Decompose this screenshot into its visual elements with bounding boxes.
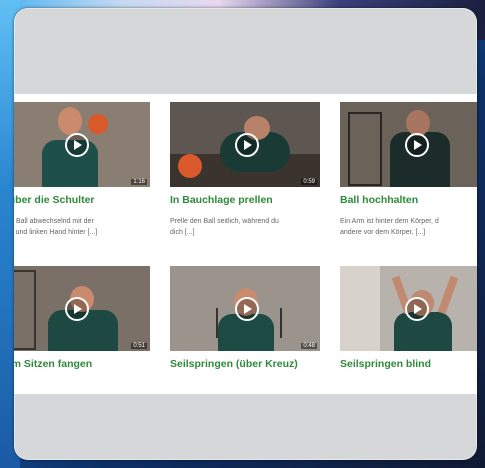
video-title[interactable]: ll im Sitzen fangen bbox=[14, 358, 150, 370]
video-title[interactable]: ll über die Schulter bbox=[14, 194, 150, 206]
play-icon[interactable] bbox=[235, 132, 259, 157]
video-thumbnail[interactable]: 1:16 bbox=[14, 102, 150, 187]
video-duration: 0:48 bbox=[301, 343, 317, 349]
video-duration: 1:16 bbox=[131, 179, 147, 185]
play-icon[interactable] bbox=[235, 296, 259, 321]
video-description: Ein Arm ist hinter dem Körper, d andere … bbox=[340, 218, 439, 236]
video-grid: 1:16 ll über die Schulter f der Ball abw… bbox=[14, 94, 477, 394]
play-icon[interactable] bbox=[65, 132, 89, 157]
play-icon[interactable] bbox=[405, 132, 429, 157]
video-description: f der Ball abwechselnd mit der hten und … bbox=[14, 218, 98, 236]
video-title[interactable]: Seilspringen blind bbox=[340, 358, 477, 370]
video-thumbnail[interactable]: 0:59 bbox=[170, 102, 320, 187]
play-icon[interactable] bbox=[405, 296, 429, 321]
video-duration: 0:59 bbox=[301, 179, 317, 185]
play-icon[interactable] bbox=[65, 296, 89, 321]
video-title[interactable]: Seilspringen (über Kreuz) bbox=[170, 358, 320, 370]
video-title[interactable]: Ball hochhalten bbox=[340, 194, 477, 206]
device-frame: 1:16 ll über die Schulter f der Ball abw… bbox=[14, 8, 477, 460]
video-description: Prelle den Ball seitlich, während du dic… bbox=[170, 218, 279, 236]
video-duration: 0:51 bbox=[131, 343, 147, 349]
video-thumbnail[interactable]: 0:51 bbox=[14, 266, 150, 351]
video-thumbnail[interactable]: 0:48 bbox=[170, 266, 320, 351]
video-title[interactable]: In Bauchlage prellen bbox=[170, 194, 320, 206]
video-thumbnail[interactable] bbox=[340, 266, 477, 351]
video-thumbnail[interactable] bbox=[340, 102, 477, 187]
